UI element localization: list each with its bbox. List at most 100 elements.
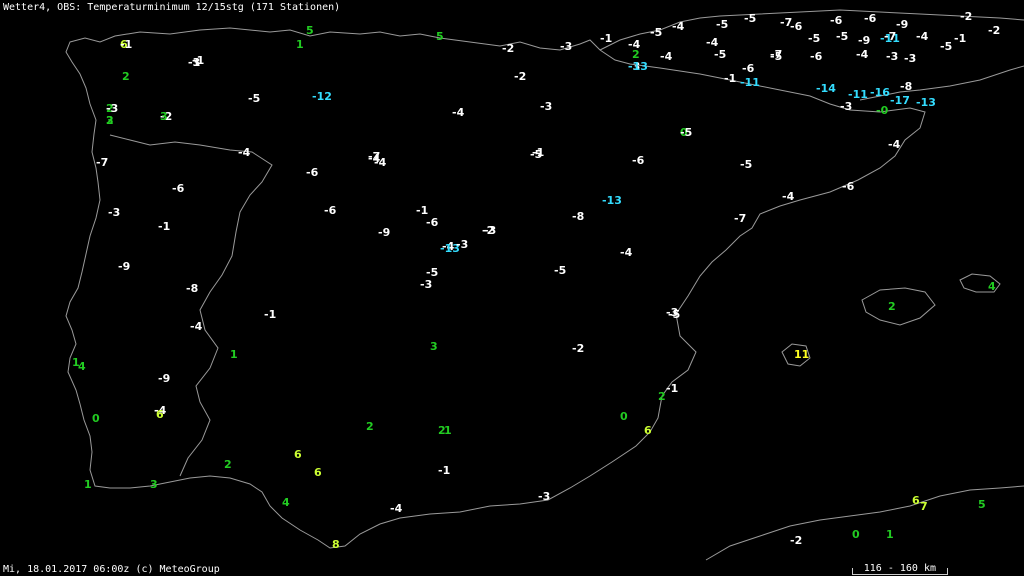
- station-label: 3: [150, 478, 158, 491]
- station-label: 0: [620, 410, 628, 423]
- station-label: -8: [900, 80, 912, 93]
- station-label: 4: [78, 360, 86, 373]
- station-label: -7: [96, 156, 108, 169]
- station-label: -4: [856, 48, 869, 61]
- station-label: 5: [436, 30, 444, 43]
- station-label: 4: [988, 280, 996, 293]
- station-label: -9: [158, 372, 170, 385]
- station-label: -13: [628, 60, 648, 73]
- station-label: -6: [172, 182, 185, 195]
- station-label: -9: [118, 260, 130, 273]
- station-label: 2: [888, 300, 896, 313]
- map-title: Wetter4, OBS: Temperaturminimum 12/15stg…: [3, 2, 341, 13]
- station-label: -4: [672, 20, 685, 33]
- station-label: 3: [430, 340, 438, 353]
- station-label: -9: [858, 34, 870, 47]
- station-label: -6: [810, 50, 823, 63]
- station-label: -6: [324, 204, 337, 217]
- station-label: -1: [954, 32, 966, 45]
- station-label: -2: [960, 10, 972, 23]
- station-label: -1: [532, 146, 544, 159]
- station-label: -9: [896, 18, 908, 31]
- station-label: -5: [650, 26, 662, 39]
- station-label: -13: [916, 96, 936, 109]
- station-label: -4: [620, 246, 633, 259]
- station-label: -6: [426, 216, 439, 229]
- station-labels: 6-1515-2 -3-12-32-4-5 -4 -5 -5 -7-5-6 -6 -9-11-…: [72, 10, 1000, 551]
- station-label: -4: [374, 156, 387, 169]
- station-label: -4: [888, 138, 901, 151]
- station-label: -5: [744, 12, 756, 25]
- station-label: -5: [680, 126, 692, 139]
- station-label: -3: [538, 490, 550, 503]
- station-label: -6: [790, 20, 803, 33]
- station-label: -3: [188, 56, 200, 69]
- station-label: -2: [988, 24, 1000, 37]
- station-label: -7: [884, 30, 896, 43]
- station-label: -0: [876, 104, 889, 117]
- station-label: -1: [666, 382, 678, 395]
- station-label: -5: [716, 18, 728, 31]
- station-label: 1: [296, 38, 304, 51]
- station-label: -3: [840, 100, 852, 113]
- scale-bar: 116 - 160 km: [851, 563, 948, 575]
- station-label: -1: [724, 72, 736, 85]
- station-label: -4: [190, 320, 203, 333]
- station-label: 8: [332, 538, 340, 551]
- station-label: -4: [782, 190, 795, 203]
- station-label: -4: [452, 106, 465, 119]
- station-label: -3: [456, 238, 468, 251]
- station-label: -5: [554, 264, 566, 277]
- station-label: 6: [644, 424, 652, 437]
- station-label: 4: [282, 496, 290, 509]
- station-label: 6: [912, 494, 920, 507]
- station-label: -6: [830, 14, 843, 27]
- timestamp-credit: Mi, 18.01.2017 06:00z (c) MeteoGroup: [3, 564, 220, 575]
- station-label: -3: [560, 40, 572, 53]
- station-label: -3: [886, 50, 898, 63]
- station-label: 2: [366, 420, 374, 433]
- station-label: -3: [108, 206, 120, 219]
- station-label: 0: [92, 412, 100, 425]
- station-label: 0: [852, 528, 860, 541]
- station-label: -2: [572, 342, 584, 355]
- station-label: -6: [306, 166, 319, 179]
- station-label: 5: [978, 498, 986, 511]
- station-label: -5: [836, 30, 848, 43]
- station-label: 2: [438, 424, 446, 437]
- station-label: 2: [122, 70, 130, 83]
- station-label: -4: [916, 30, 929, 43]
- station-label: -4: [706, 36, 719, 49]
- station-label: 5: [306, 24, 314, 37]
- station-label: 1: [886, 528, 894, 541]
- station-label: -5: [714, 48, 726, 61]
- station-label: -9: [378, 226, 390, 239]
- station-label: -17: [890, 94, 910, 107]
- station-label: -2: [790, 534, 802, 547]
- station-label: -16: [870, 86, 890, 99]
- station-map: 6-1515-2 -3-12-32-4-5 -4 -5 -5 -7-5-6 -6 -9-11-…: [65, 9, 1024, 561]
- station-label: -2: [482, 224, 494, 237]
- station-label: -2: [514, 70, 526, 83]
- station-label: 6: [294, 448, 302, 461]
- station-label: -1: [264, 308, 276, 321]
- station-label: -3: [420, 278, 432, 291]
- station-label: 3: [160, 110, 168, 123]
- station-label: -6: [864, 12, 877, 25]
- station-label: -1: [600, 32, 612, 45]
- station-label: 1: [230, 348, 238, 361]
- map-viewport: 6 -1 5 1 5 -2 -3 -1 2 -3 2 -4 -5 -4 -5 -5 -7 -5 -6 -6 -9 -11-…: [0, 0, 1024, 576]
- station-label: 2: [658, 390, 666, 403]
- station-label: -8: [572, 210, 584, 223]
- station-label: -7: [770, 48, 782, 61]
- station-label: -7: [734, 212, 746, 225]
- station-label: -2: [502, 42, 514, 55]
- station-label: -6: [842, 180, 855, 193]
- station-label: -1: [158, 220, 170, 233]
- station-label: -12: [312, 90, 332, 103]
- station-label: -4: [238, 146, 251, 159]
- station-label: 6: [156, 408, 164, 421]
- scale-bar-line: [851, 568, 948, 575]
- station-label: -8: [186, 282, 198, 295]
- station-label: 2: [632, 48, 640, 61]
